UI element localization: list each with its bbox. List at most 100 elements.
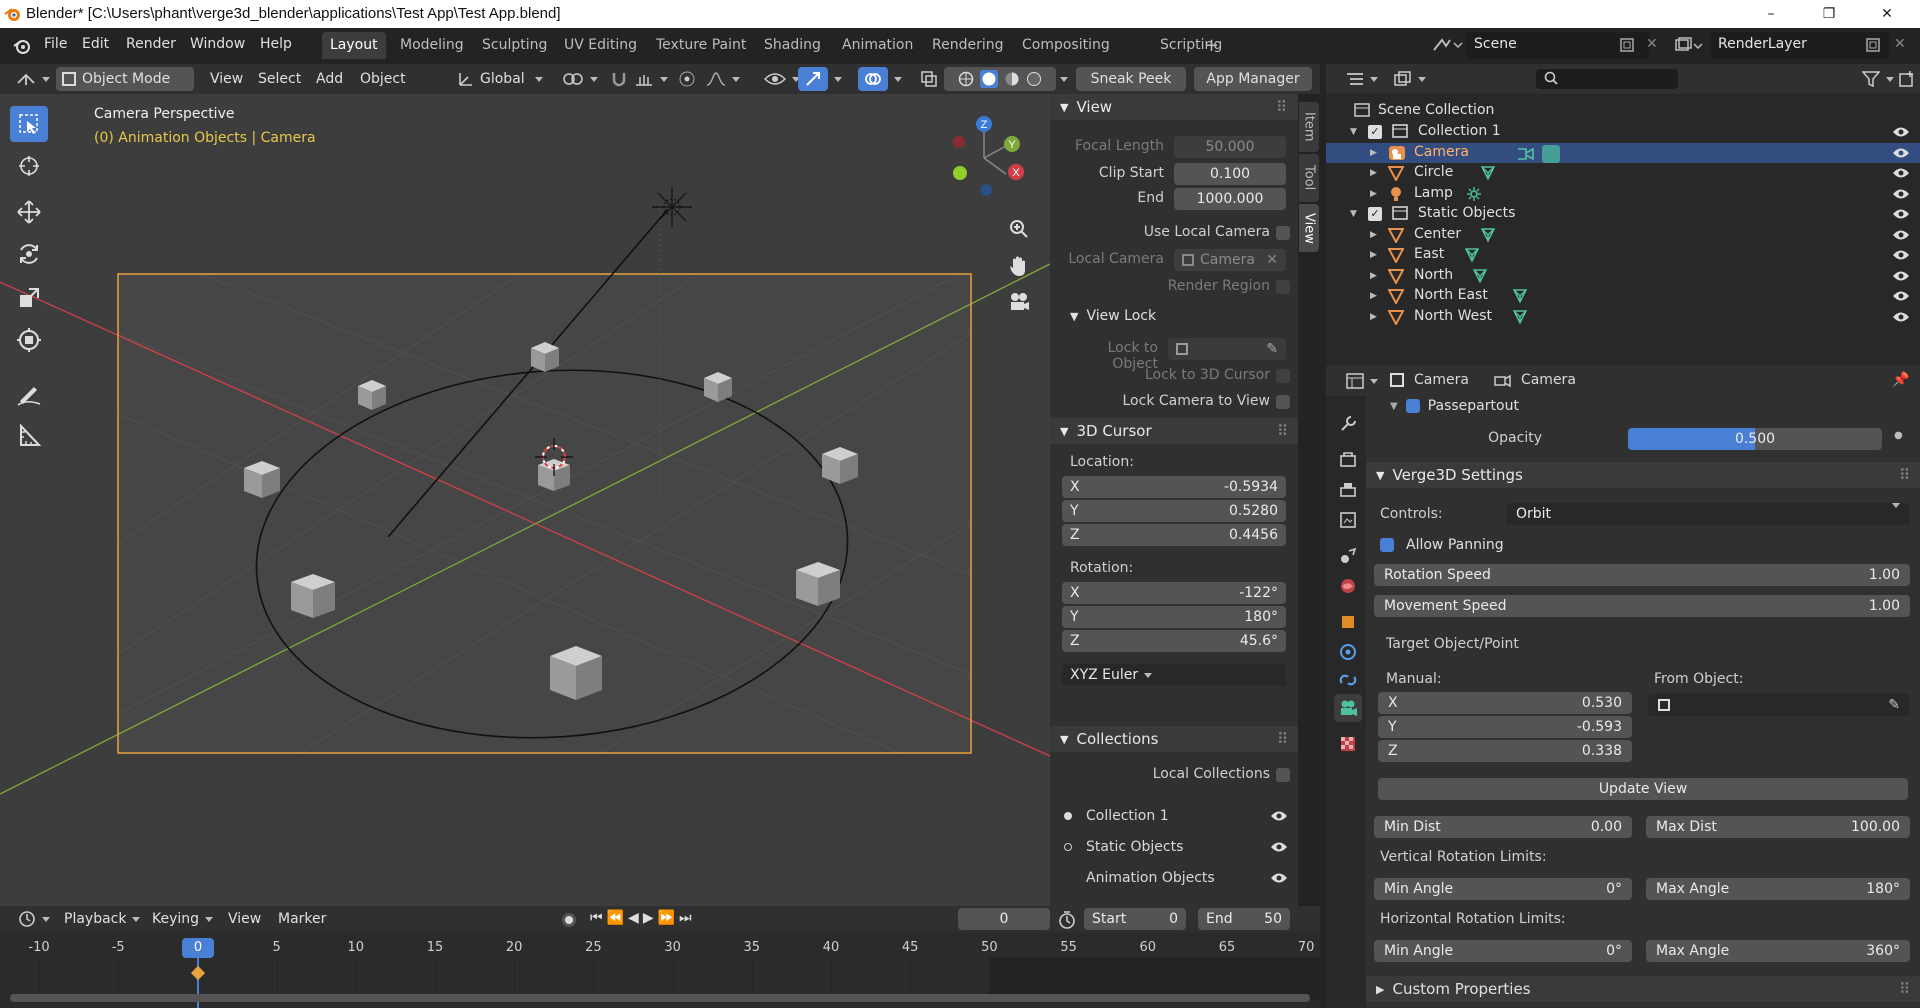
shading-dropdown-icon[interactable]: [1048, 67, 1074, 91]
use-local-camera-checkbox[interactable]: [1276, 226, 1290, 240]
viewport-menu-select[interactable]: Select: [252, 67, 307, 91]
lock-camera-to-view-checkbox[interactable]: [1276, 395, 1290, 409]
world-properties-icon[interactable]: [1334, 572, 1362, 600]
outliner-row[interactable]: ▶ North East: [1326, 286, 1920, 306]
drag-handle-icon[interactable]: ⠿: [1899, 980, 1910, 998]
eye-icon[interactable]: [1892, 188, 1910, 200]
minimize-button[interactable]: –: [1748, 0, 1794, 28]
pan-hand-icon[interactable]: [1008, 254, 1030, 278]
clip-start-field[interactable]: 0.100: [1174, 163, 1286, 185]
tab-sculpting[interactable]: Sculpting: [474, 32, 555, 59]
expand-toggle-icon[interactable]: ▶: [1370, 250, 1377, 260]
outliner-row[interactable]: ▶ Camera: [1326, 142, 1920, 163]
camera-data-properties-icon[interactable]: [1334, 694, 1362, 722]
tab-rendering[interactable]: Rendering: [924, 32, 1012, 59]
cursor-panel-header[interactable]: ▼ 3D Cursor ⠿: [1050, 418, 1298, 444]
rotation-speed-field[interactable]: Rotation Speed 1.00: [1374, 564, 1910, 586]
sneak-peek-button[interactable]: Sneak Peek: [1076, 67, 1186, 91]
eye-icon[interactable]: [1270, 841, 1288, 853]
expand-toggle-icon[interactable]: ▶: [1370, 312, 1377, 322]
eye-icon[interactable]: [1892, 229, 1910, 241]
view-layer-browse-icon[interactable]: [1674, 36, 1704, 56]
local-collections-checkbox[interactable]: [1276, 768, 1290, 782]
pivot-point-icon[interactable]: [556, 67, 604, 91]
zoom-icon[interactable]: [1008, 218, 1030, 240]
movement-speed-field[interactable]: Movement Speed 1.00: [1374, 595, 1910, 617]
exclude-checkbox[interactable]: ✓: [1368, 125, 1382, 139]
jump-start-icon[interactable]: ⏮: [590, 910, 607, 926]
drag-handle-icon[interactable]: ⠿: [1899, 466, 1910, 484]
timeline-scrollbar[interactable]: [10, 994, 1310, 1002]
constraints-properties-icon[interactable]: [1334, 666, 1362, 694]
proportional-edit-icon[interactable]: [672, 67, 702, 91]
drag-handle-icon[interactable]: ⠿: [1276, 98, 1288, 116]
outliner-row[interactable]: ▶ North: [1326, 266, 1920, 286]
timeline-menu-keying[interactable]: Keying: [146, 907, 219, 931]
cursor-rotation-z-field[interactable]: Z 45.6°: [1062, 630, 1286, 652]
cursor-rotation-y-field[interactable]: Y 180°: [1062, 606, 1286, 628]
next-keyframe-icon[interactable]: ⏩: [658, 910, 679, 926]
custom-properties-header[interactable]: ▶ Custom Properties ⠿: [1366, 976, 1920, 1002]
rendered-shading-icon[interactable]: [1026, 71, 1042, 87]
falloff-icon[interactable]: [700, 67, 746, 91]
collection-row[interactable]: Collection 1: [1064, 808, 1288, 824]
outliner-row[interactable]: ▼ ✓ Static Objects: [1326, 204, 1920, 224]
render-region-checkbox[interactable]: [1276, 280, 1290, 294]
timeline[interactable]: -10-50510152025303540455055606570 0: [0, 932, 1320, 1008]
cursor-location-z-field[interactable]: Z 0.4456: [1062, 524, 1286, 546]
tab-compositing[interactable]: Compositing: [1014, 32, 1118, 59]
render-properties-icon[interactable]: [1334, 446, 1362, 474]
transform-orientation-dropdown[interactable]: Global: [452, 67, 549, 91]
mesh-data-icon[interactable]: [1512, 309, 1528, 325]
vertical-min-angle-field[interactable]: Min Angle 0°: [1374, 878, 1632, 900]
display-mode-icon[interactable]: [1388, 67, 1432, 91]
target-y-field[interactable]: Y -0.593: [1378, 716, 1632, 738]
menu-edit[interactable]: Edit: [82, 36, 109, 52]
eyedropper-icon[interactable]: ✎: [1888, 694, 1900, 716]
move-tool-button[interactable]: [10, 194, 48, 230]
object-mode-dropdown[interactable]: Object Mode: [56, 67, 194, 91]
from-object-field[interactable]: ✎: [1648, 694, 1910, 716]
expand-toggle-icon[interactable]: ▼: [1350, 209, 1357, 219]
horizontal-max-angle-field[interactable]: Max Angle 360°: [1646, 940, 1910, 962]
preview-range-icon[interactable]: [1058, 911, 1076, 929]
expand-toggle-icon[interactable]: ▼: [1350, 127, 1357, 137]
overlays-dropdown-icon[interactable]: [882, 67, 908, 91]
navigation-gizmo[interactable]: Z Y X: [944, 94, 1034, 196]
outliner-editor-type-icon[interactable]: [1340, 67, 1384, 91]
app-manager-button[interactable]: App Manager: [1194, 67, 1312, 91]
keyframe-diamond-icon[interactable]: [190, 965, 206, 981]
menu-help[interactable]: Help: [260, 36, 292, 52]
focal-length-field[interactable]: 50.000: [1174, 136, 1286, 158]
delete-view-layer-icon[interactable]: ✕: [1894, 36, 1906, 52]
cursor-tool-button[interactable]: [10, 148, 48, 184]
blender-menu-icon[interactable]: [12, 37, 32, 55]
eye-icon[interactable]: [1270, 872, 1288, 884]
target-x-field[interactable]: X 0.530: [1378, 692, 1632, 714]
exclude-checkbox[interactable]: ✓: [1368, 207, 1382, 221]
cursor-location-y-field[interactable]: Y 0.5280: [1062, 500, 1286, 522]
outliner-row[interactable]: ▶ Lamp: [1326, 184, 1920, 204]
max-dist-field[interactable]: Max Dist 100.00: [1646, 816, 1910, 838]
eyedropper-icon[interactable]: ✎: [1266, 338, 1278, 360]
menu-window[interactable]: Window: [190, 36, 245, 52]
eye-icon[interactable]: [1892, 311, 1910, 323]
transform-tool-button[interactable]: [10, 322, 48, 358]
menu-render[interactable]: Render: [126, 36, 176, 52]
measure-tool-button[interactable]: [10, 418, 48, 454]
menu-file[interactable]: File: [44, 36, 67, 52]
lamp-object[interactable]: [652, 187, 692, 227]
outliner-row[interactable]: ▶ Center: [1326, 225, 1920, 245]
tab-tool[interactable]: Tool: [1299, 154, 1319, 202]
verge3d-settings-header[interactable]: ▼ Verge3D Settings ⠿: [1366, 462, 1920, 488]
material-shading-icon[interactable]: [1004, 71, 1020, 87]
scale-tool-button[interactable]: [10, 280, 48, 316]
annotate-tool-button[interactable]: [10, 376, 48, 412]
local-camera-field[interactable]: Camera ✕: [1174, 249, 1286, 271]
expand-toggle-icon[interactable]: ▶: [1370, 271, 1377, 281]
editor-type-icon[interactable]: [10, 67, 56, 91]
eye-icon[interactable]: [1892, 147, 1910, 159]
keyframe-dot-icon[interactable]: ●: [1894, 430, 1903, 441]
scene-properties-icon[interactable]: [1334, 542, 1362, 570]
controls-dropdown[interactable]: Orbit: [1506, 503, 1910, 525]
